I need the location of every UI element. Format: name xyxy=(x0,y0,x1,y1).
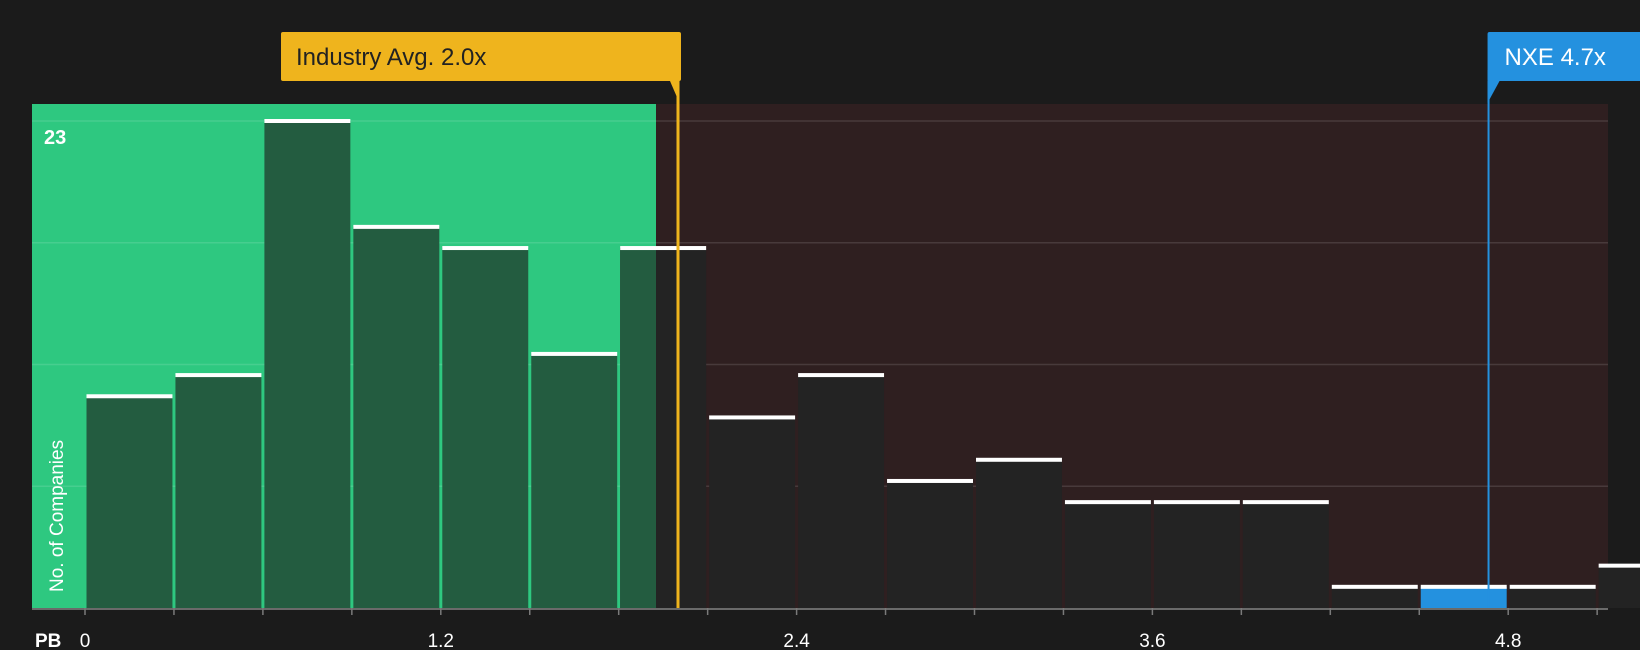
bar-2.1 xyxy=(709,417,796,608)
bar-0.9 xyxy=(353,226,440,608)
x-tick-label: 1.2 xyxy=(428,631,454,650)
x-axis-label: PB xyxy=(35,631,61,650)
x-tick-label: 3.6 xyxy=(1139,631,1165,650)
bar-cap xyxy=(531,351,618,356)
bar-cap xyxy=(1153,500,1240,505)
x-tick-label: 2.4 xyxy=(783,631,810,650)
x-axis: 01.22.43.64.86+ xyxy=(32,608,1608,650)
y-axis-label: No. of Companies xyxy=(47,440,68,592)
pb-histogram-chart: 01.22.43.64.86+ Industry Avg. 2.0xNXE 4.… xyxy=(32,32,1640,650)
bar-4.2 xyxy=(1331,586,1418,608)
bar-1.2 xyxy=(442,248,529,609)
bar-cap xyxy=(264,119,351,123)
industry-avg-pointer xyxy=(670,81,680,103)
y-max-label: 23 xyxy=(44,127,66,149)
bar-cap xyxy=(1242,500,1329,505)
x-tick-label: 0 xyxy=(80,631,91,650)
bar-cap xyxy=(798,373,885,378)
bar-cap xyxy=(175,373,262,378)
bar-3.3 xyxy=(1064,502,1151,608)
bar-cap xyxy=(1598,563,1640,568)
bar-green-part xyxy=(620,248,656,609)
bar-cap xyxy=(976,457,1062,462)
bar-4.8 xyxy=(1509,586,1596,608)
bar-1.5 xyxy=(531,353,618,608)
bar-4.5 xyxy=(1420,586,1507,608)
bar-5.1 xyxy=(1598,565,1640,608)
bar-3 xyxy=(976,459,1062,608)
x-tick-label: 4.8 xyxy=(1495,631,1521,650)
bar-cap xyxy=(1509,584,1596,589)
bar-cap xyxy=(887,478,973,483)
company-label: NXE 4.7x xyxy=(1505,44,1606,71)
bar-cap xyxy=(620,246,707,251)
bar-0.6 xyxy=(264,121,351,608)
bar-cap xyxy=(1420,584,1507,589)
bar-2.4 xyxy=(798,375,885,608)
bar-3.6 xyxy=(1153,502,1240,608)
bar-3.9 xyxy=(1242,502,1329,608)
bar-cap xyxy=(442,246,529,251)
bar-cap xyxy=(1064,500,1151,505)
bar-0.3 xyxy=(175,375,262,608)
bar-cap xyxy=(709,415,796,420)
bar-cap xyxy=(86,394,173,399)
industry-avg-label: Industry Avg. 2.0x xyxy=(296,44,486,71)
bar-0 xyxy=(86,396,173,608)
bar-cap xyxy=(353,224,440,229)
bar-cap xyxy=(1331,584,1418,589)
bar-2.7 xyxy=(887,480,973,608)
